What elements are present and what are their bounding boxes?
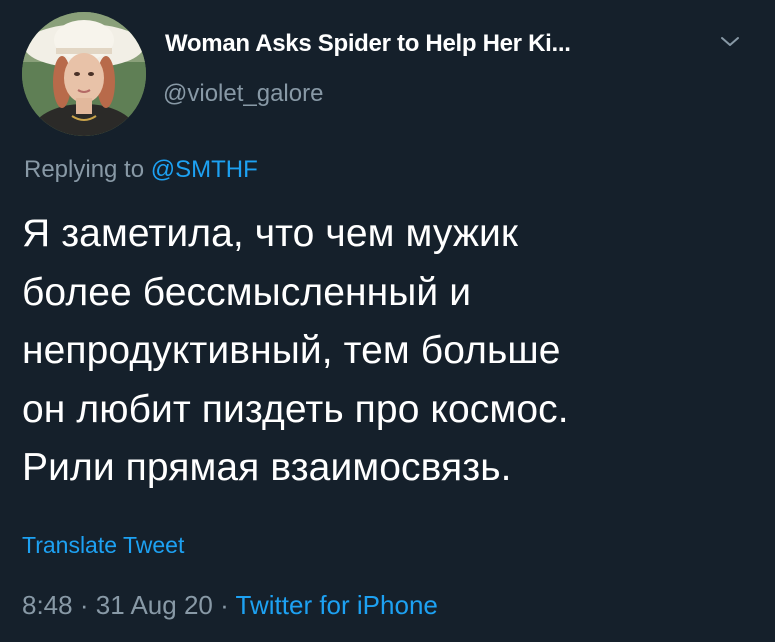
tweet-date[interactable]: 31 Aug 20 bbox=[96, 590, 213, 620]
meta-separator: · bbox=[220, 590, 229, 620]
reply-mention-link[interactable]: @SMTHF bbox=[151, 156, 258, 183]
meta-separator: · bbox=[79, 590, 89, 620]
reply-context: Replying to @SMTHF bbox=[24, 156, 258, 184]
tweet-text: Я заметила, что чем мужик более бессмысл… bbox=[22, 212, 569, 489]
tweet-time[interactable]: 8:48 bbox=[22, 590, 73, 620]
reply-prefix: Replying to bbox=[24, 156, 145, 183]
translate-tweet-link[interactable]: Translate Tweet bbox=[22, 532, 184, 559]
tweet-source-link[interactable]: Twitter for iPhone bbox=[236, 590, 438, 620]
tweet-meta: 8:48 · 31 Aug 20 · Twitter for iPhone bbox=[22, 590, 438, 621]
author-display-name[interactable]: Woman Asks Spider to Help Her Ki... bbox=[165, 30, 571, 58]
avatar[interactable] bbox=[22, 12, 146, 136]
profile-photo-avatar bbox=[22, 12, 146, 136]
chevron-down-icon[interactable] bbox=[718, 30, 742, 54]
author-handle[interactable]: @violet_galore bbox=[163, 80, 323, 108]
